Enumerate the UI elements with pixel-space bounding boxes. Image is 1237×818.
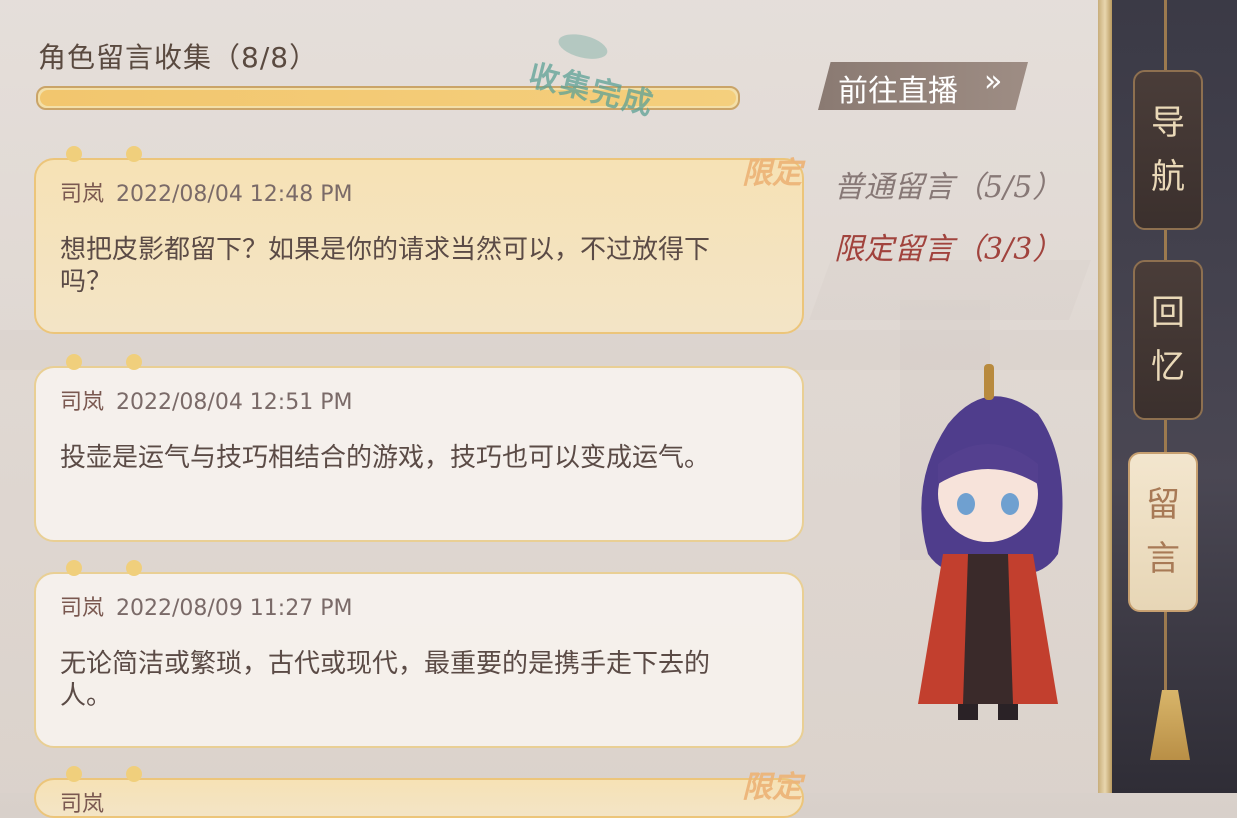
limited-message-count[interactable]: 限定留言（3/3）: [834, 224, 1062, 268]
chibi-character-icon: [918, 364, 1063, 720]
message-datetime: 2022/08/04 12:51 PM: [116, 390, 353, 415]
normal-message-count[interactable]: 普通留言（5/5）: [834, 162, 1062, 206]
message-text: 无论简洁或繁琐，古代或现代，最重要的是携手走下去的人。: [60, 649, 711, 711]
nav-tab-char: 导: [1151, 103, 1185, 143]
message-author: 司岚: [60, 182, 105, 207]
nav-tab-memory[interactable]: 回 忆: [1133, 260, 1203, 420]
double-chevron-right-icon: »: [984, 64, 1003, 99]
goto-livestream-button[interactable]: 前往直播 »: [818, 62, 1028, 110]
message-meta: 司岚 2022/08/04 12:48 PM: [60, 176, 352, 208]
message-meta: 司岚 2022/08/04 12:51 PM: [60, 384, 352, 416]
message-card[interactable]: 司岚 2022/08/04 12:48 PM 想把皮影都留下？如果是你的请求当然可…: [34, 146, 804, 334]
card-decoration: [66, 146, 156, 164]
limited-badge: 限定: [742, 156, 802, 191]
nav-rope: [1164, 612, 1167, 692]
message-text: 投壶是运气与技巧相结合的游戏，技巧也可以变成运气。: [60, 443, 711, 473]
nav-rope: [1164, 0, 1167, 70]
nav-tab-char: 言: [1146, 539, 1180, 579]
message-card[interactable]: 司岚 2022/08/09 11:27 PM 无论简洁或繁琐，古代或现代，最重要的…: [34, 560, 804, 748]
message-meta: 司岚 2022/08/09 11:27 PM: [60, 590, 352, 622]
card-decoration: [66, 354, 156, 372]
message-card[interactable]: 司岚 2022/08/04 12:51 PM 投壶是运气与技巧相结合的游戏，技巧也…: [34, 354, 804, 542]
card-decoration: [66, 560, 156, 578]
collection-title: 角色留言收集（8/8）: [38, 41, 319, 74]
card-decoration: [66, 766, 156, 784]
panel-edge-border: [1098, 0, 1112, 793]
nav-tab-char: 航: [1151, 157, 1185, 197]
message-datetime: 2022/08/09 11:27 PM: [116, 596, 353, 621]
message-author: 司岚: [60, 596, 105, 621]
message-datetime: 2022/08/04 12:48 PM: [116, 182, 353, 207]
nav-tab-guide[interactable]: 导 航: [1133, 70, 1203, 230]
message-card[interactable]: 司岚: [34, 766, 804, 818]
goto-livestream-label: 前往直播: [838, 74, 958, 109]
message-meta: 司岚: [60, 786, 116, 818]
message-text: 想把皮影都留下？如果是你的请求当然可以，不过放得下吗？: [60, 235, 711, 297]
nav-tab-char: 忆: [1151, 347, 1185, 387]
nav-tab-char: 回: [1151, 293, 1185, 333]
nav-tab-messages[interactable]: 留 言: [1128, 452, 1198, 612]
limited-badge: 限定: [742, 770, 802, 805]
message-author: 司岚: [60, 390, 105, 415]
nav-rope: [1164, 230, 1167, 260]
nav-rope: [1164, 420, 1167, 452]
nav-tab-char: 留: [1146, 485, 1180, 525]
message-author: 司岚: [60, 792, 105, 817]
